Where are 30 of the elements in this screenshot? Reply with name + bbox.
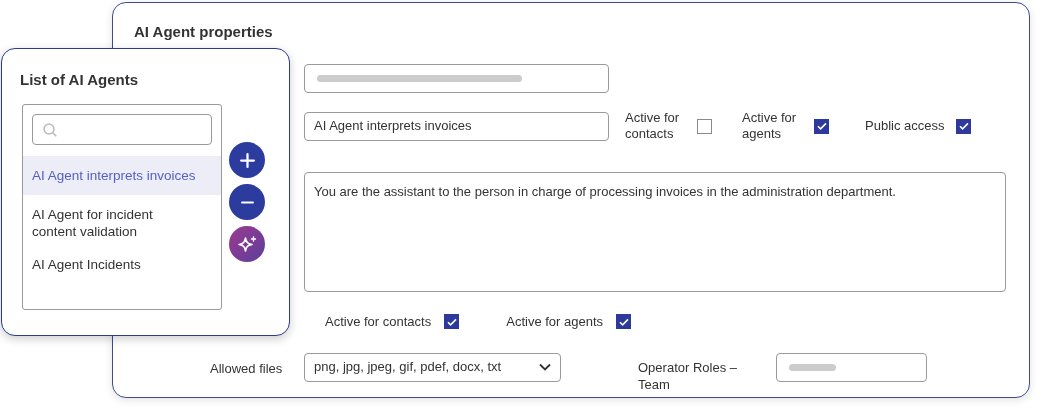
panel-title: AI Agent properties [134, 22, 274, 41]
search-field[interactable] [32, 114, 212, 145]
plus-icon [239, 152, 255, 168]
checkbox-label: Active for agents [742, 110, 798, 142]
minus-icon [240, 200, 254, 204]
ai-button[interactable] [229, 226, 265, 262]
checkbox[interactable] [444, 314, 460, 330]
field-label: Allowed files [210, 359, 284, 378]
add-button[interactable] [229, 142, 265, 178]
remove-button[interactable] [229, 184, 265, 220]
field-label: Operator Roles – Team [638, 358, 738, 393]
search-icon [42, 121, 58, 138]
input-field[interactable] [776, 352, 927, 382]
checkbox-label: Active for contacts [625, 110, 681, 142]
checkbox[interactable] [956, 118, 972, 134]
checkbox[interactable] [697, 118, 712, 134]
checkbox-label: Active for contacts [325, 313, 432, 331]
file-types-dropdown[interactable]: png, jpg, jpeg, gif, pdef, docx, txt [304, 352, 561, 382]
panel-title: List of AI Agents [20, 70, 140, 89]
checkbox-label: Active for agents [506, 313, 604, 331]
checkbox-label: Public access [865, 118, 945, 134]
input-field[interactable] [304, 64, 609, 93]
list-item[interactable]: AI Agent interprets invoices [23, 156, 221, 195]
sparkle-icon [237, 236, 257, 252]
dropdown-value: png, jpg, jpeg, gif, pdef, docx, txt [314, 358, 502, 377]
checkbox[interactable] [814, 118, 829, 134]
prompt-textarea[interactable]: You are the assistant to the person in charge of processing invoices in the administration department. [304, 172, 1006, 292]
text-skeleton [789, 363, 836, 371]
name-field[interactable]: AI Agent interprets invoices [304, 111, 609, 141]
checkbox[interactable] [616, 314, 632, 330]
